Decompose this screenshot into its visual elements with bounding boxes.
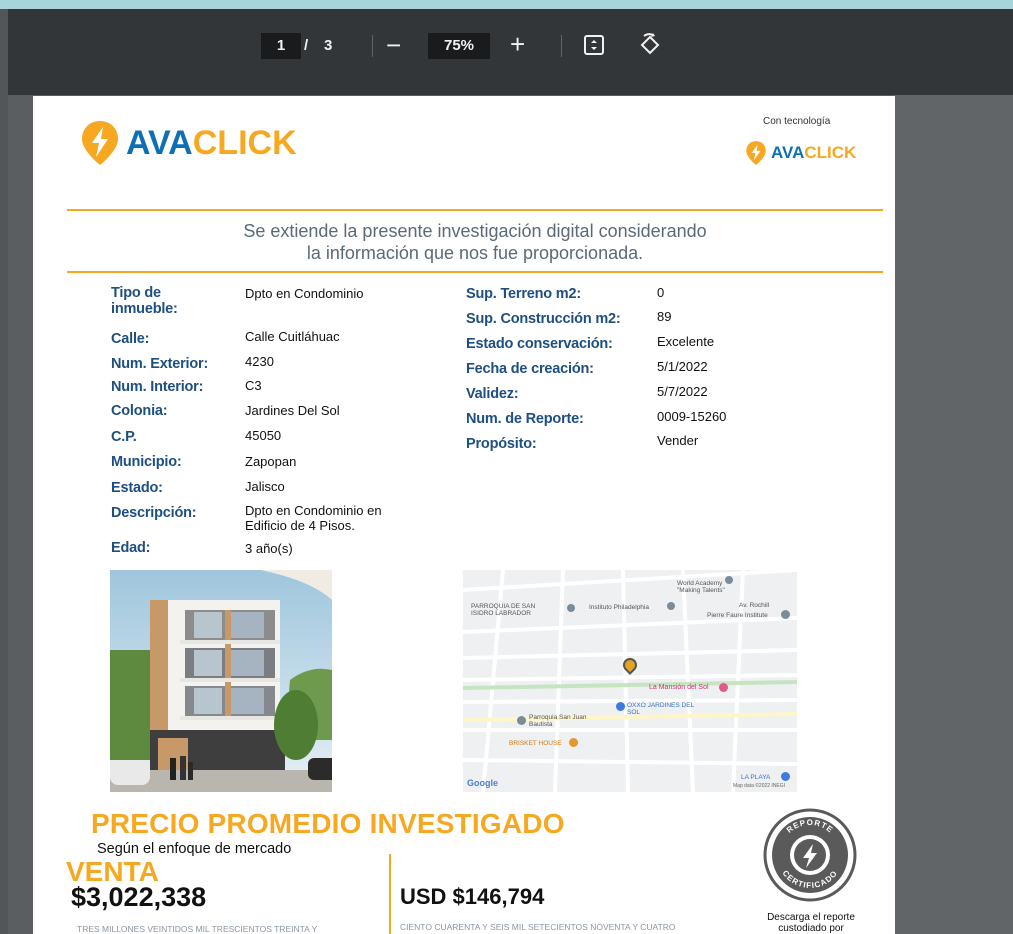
price-usd: USD $146,794 [400,884,545,909]
intro-line: Se extiende la presente investigación di… [243,221,707,241]
price-mxn-words: TRES MILLONES VEINTIDOS MIL TRESCIENTOS … [77,924,318,934]
field-label: Validez: [466,386,519,402]
total-pages: 3 [324,37,333,54]
field-label: Municipio: [111,454,182,470]
google-logo: Google [467,778,498,788]
field-label: Fecha de creación: [466,361,594,377]
price-heading: PRECIO PROMEDIO INVESTIGADO [91,808,565,839]
map-label: World Academy "Making Talents" [677,580,725,594]
property-photo [110,570,332,792]
field-label: Num. Exterior: [111,356,209,372]
map-pin-icon [517,716,526,725]
map-label: OXXO JARDINES DEL SOL [627,702,694,716]
logo-text-blue: AVA [126,123,193,162]
field-label: Colonia: [111,403,168,419]
tech-label: Con tecnología [763,116,831,127]
avaclick-logo: AVACLICK [80,114,297,172]
map-pin-icon [781,772,790,781]
field-value: Jardines Del Sol [245,403,340,418]
bolt-pin-icon [746,141,766,165]
fit-page-icon[interactable] [583,34,605,56]
page-separator: / [304,37,309,54]
field-value: 0009-15260 [657,409,727,424]
map-label: Instituto Philadelphia [589,604,649,611]
avaclick-logo-small: AVACLICK [745,140,856,166]
map-label: Av. Rochill [739,602,770,609]
current-page-input[interactable]: 1 [261,33,301,59]
location-map[interactable]: World Academy "Making Talents" PARROQUIA… [463,570,797,792]
seal-caption: Descarga el reporte custodiado por [767,912,855,934]
map-label: LA PLAYA [741,774,771,781]
window-top-strip [0,0,1013,9]
field-label: Sup. Terreno m2: [466,286,581,302]
field-value: Vender [657,433,699,448]
toolbar-divider [561,35,562,57]
field-label: Edad: [111,540,151,556]
field-value: Dpto en Condominio [245,286,364,301]
field-label: Num. de Reporte: [466,411,584,427]
divider-bottom [67,271,883,273]
field-value: 5/1/2022 [657,359,708,374]
certified-seal-icon[interactable]: REPORTE CERTIFICADO [763,808,857,902]
map-pin-icon [569,738,578,747]
price-usd-words: CIENTO CUARENTA Y SEIS MIL SETECIENTOS N… [400,922,676,932]
map-pin-icon [725,576,733,584]
field-value: 4230 [245,354,274,369]
intro-line: la información que nos fue proporcionada… [306,243,644,263]
field-label: Estado: [111,480,163,496]
price-subheading: Según el enfoque de mercado [97,841,292,857]
logo-text-blue: AVA [771,143,805,162]
zoom-out-button[interactable]: − [386,31,401,59]
divider-top [67,209,883,211]
field-value: Zapopan [245,454,297,469]
map-label: BRISKET HOUSE [509,740,562,747]
field-value: 3 año(s) [245,541,293,556]
map-label: La Mansión del Sol [649,684,709,691]
intro-text: Se extiende la presente investigación di… [67,220,883,264]
field-value: Dpto en Condominio en Edificio de 4 Piso… [245,503,382,533]
map-pin-icon [781,610,790,619]
field-label: Num. Interior: [111,379,204,395]
field-value: 89 [657,309,672,324]
field-value: C3 [245,378,262,393]
map-label: Parroquia San Juan Bautista [529,714,587,728]
field-value: 0 [657,285,665,300]
field-label: Propósito: [466,436,537,452]
field-value: 5/7/2022 [657,384,708,399]
map-pin-icon [616,702,625,711]
map-pin-icon [719,683,728,692]
field-value: Jalisco [245,479,285,494]
zoom-in-button[interactable]: + [510,30,525,58]
map-pin-icon [567,604,575,612]
price-divider [389,854,391,934]
rotate-icon[interactable] [638,33,662,57]
map-label: Pierre Faure Institute [707,612,768,619]
map-credit: Map data ©2022 INEGI [733,783,786,789]
pdf-page: AVACLICK Con tecnología AVACLICK Se exti… [33,96,895,934]
viewer-side-area [892,95,1013,934]
map-pin-icon [667,602,675,610]
bolt-pin-icon [82,121,118,165]
field-label: C.P. [111,429,137,445]
field-value: Calle Cuitláhuac [245,329,340,344]
logo-text-orange: CLICK [804,143,857,162]
logo-text-orange: CLICK [192,123,297,162]
field-value: 45050 [245,428,282,443]
field-label: Tipo de inmueble: [111,285,178,317]
field-label: Estado conservación: [466,336,613,352]
zoom-level-input[interactable]: 75% [428,33,490,59]
map-label: PARROQUIA DE SAN ISIDRO LABRADOR [471,603,536,617]
toolbar-divider [372,35,373,57]
field-label: Calle: [111,331,150,347]
field-value: Excelente [657,334,715,349]
field-label: Sup. Construcción m2: [466,311,621,327]
field-label: Descripción: [111,505,197,521]
price-mxn: $3,022,338 [71,882,207,912]
